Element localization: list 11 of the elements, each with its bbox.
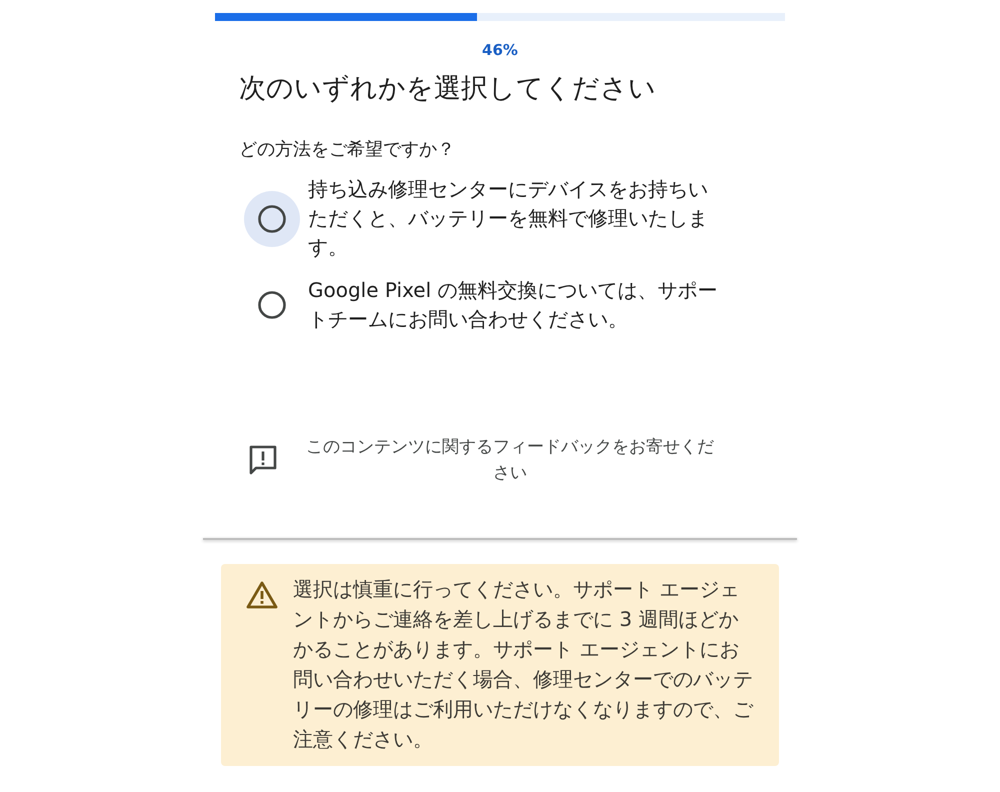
radio-button[interactable]: [244, 190, 300, 246]
option-label[interactable]: 持ち込み修理センターにデバイスをお持ちいただくと、バッテリーを無料で修理いたします。: [308, 175, 720, 262]
feedback-link[interactable]: このコンテンツに関するフィードバックをお寄せください: [300, 434, 720, 486]
progress-percent: 46%: [481, 41, 519, 61]
option-label[interactable]: Google Pixel の無料交換については、サポートチームにお問い合わせください。: [308, 276, 720, 334]
warning-icon: [245, 580, 279, 610]
feedback-icon[interactable]: [248, 444, 278, 476]
page-title: 次のいずれかを選択してください: [239, 72, 657, 106]
warning-text: 選択は慎重に行ってください。サポート エージェントからご連絡を差し上げるまでに 3 週間ほどかかることがあります。サポート エージェントにお問い合わせいただく場合、修理センターでのバッテリーの修理はご利用いただけなくなりますので、ご注意ください。: [293, 576, 754, 753]
radio-button[interactable]: [257, 290, 287, 320]
question-label: どの方法をご希望ですか？: [239, 138, 456, 162]
